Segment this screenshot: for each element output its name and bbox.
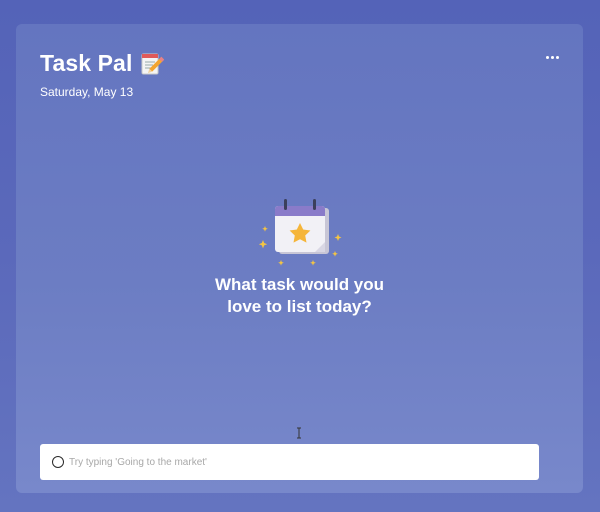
empty-state-line-2: love to list today? — [227, 297, 372, 316]
circle-icon — [52, 456, 64, 468]
memo-pencil-icon — [140, 51, 165, 77]
empty-state-heading: What task would you love to list today? — [200, 274, 400, 318]
more-options-button[interactable] — [543, 50, 561, 64]
current-date: Saturday, May 13 — [40, 85, 134, 99]
task-input[interactable] — [69, 452, 509, 472]
more-horizontal-icon — [545, 55, 549, 59]
empty-state: What task would you love to list today? — [16, 196, 583, 318]
text-cursor-icon — [297, 427, 301, 439]
header: Task Pal — [40, 50, 165, 77]
add-task-bar[interactable] — [40, 444, 539, 480]
calendar-star-icon — [258, 199, 341, 266]
app-title: Task Pal — [40, 50, 133, 76]
task-card: Task Pal Saturday, May 13 What task woul… — [16, 24, 583, 493]
empty-state-line-1: What task would you — [214, 275, 385, 294]
